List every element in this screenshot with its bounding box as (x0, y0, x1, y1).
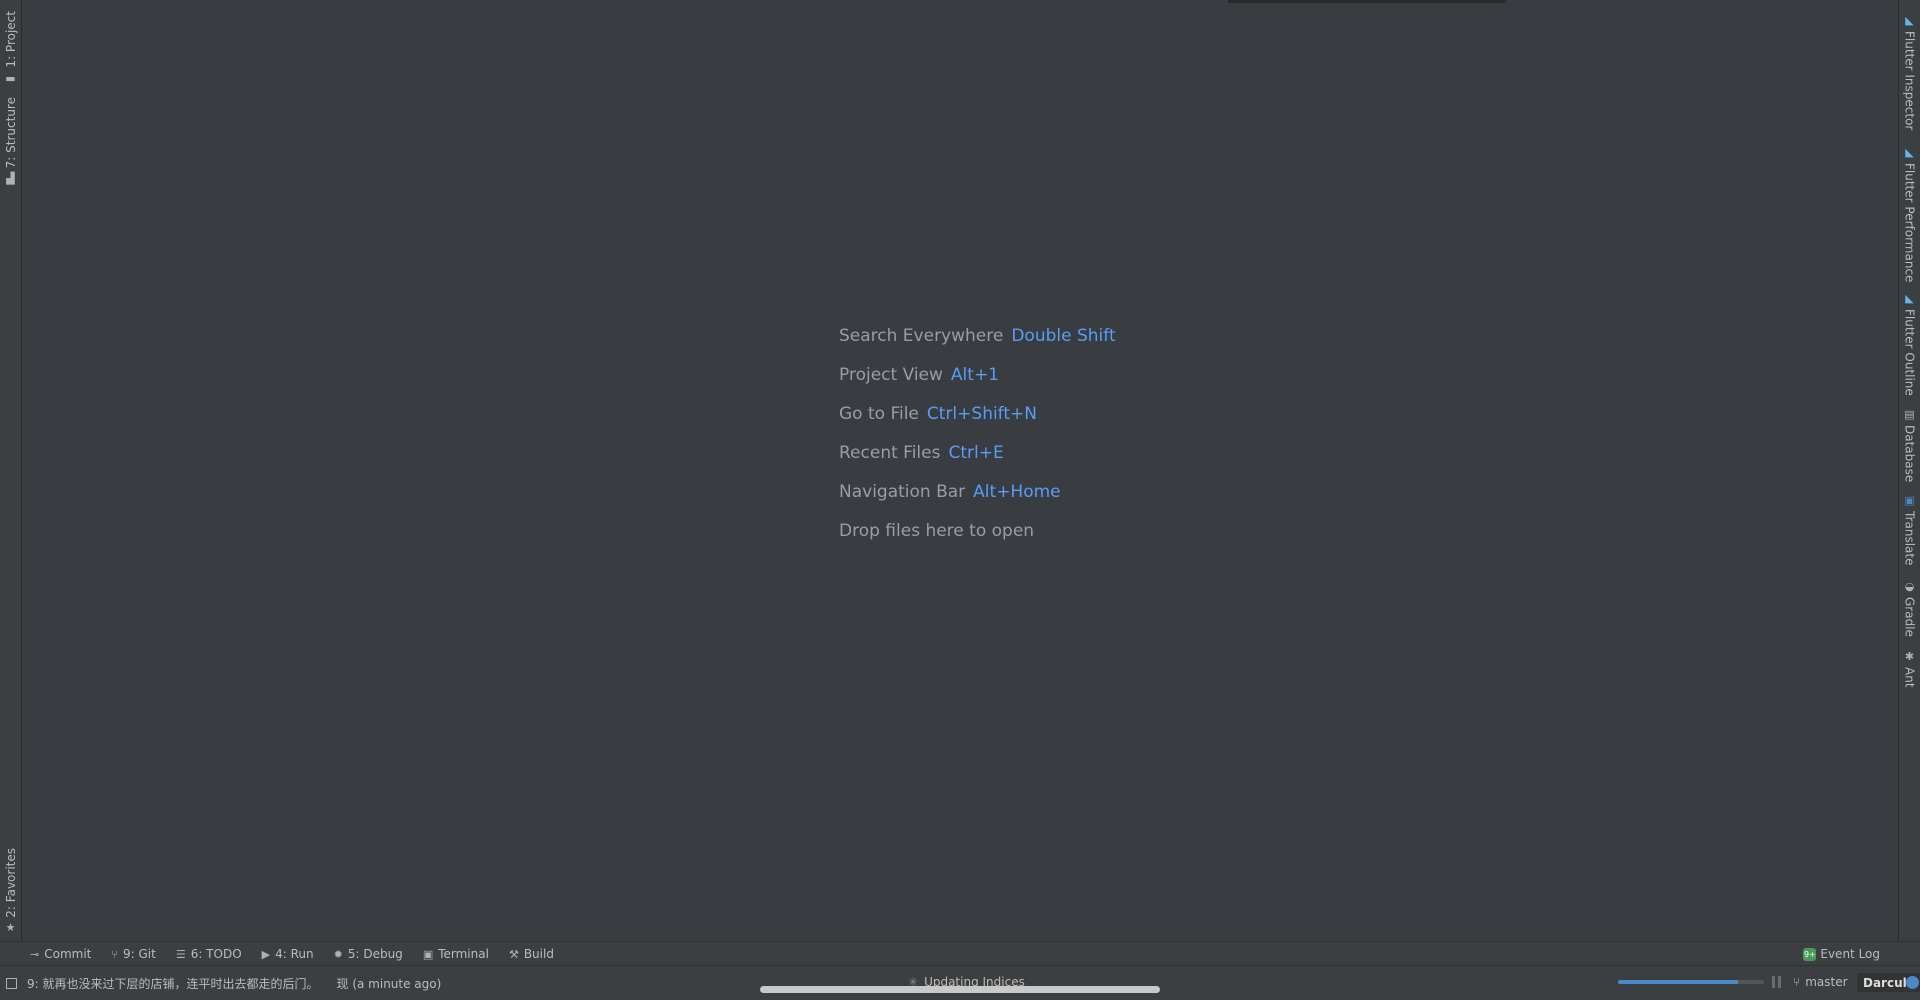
status-message-area[interactable]: 9: 就再也没来过下层的店铺，连平时出去都走的后门。 现 (a minute a… (6, 975, 441, 992)
run-icon: ▶ (261, 947, 271, 961)
progress-bar (1618, 980, 1764, 984)
progress-bar-fill (1618, 980, 1738, 984)
hint-search-everywhere: Search Everywhere Double Shift (839, 326, 1116, 346)
tab-flutter-performance[interactable]: ◣ Flutter Performance (1899, 146, 1920, 282)
tab-flutter-inspector[interactable]: ◣ Flutter Inspector (1899, 14, 1920, 130)
branch-name: master (1805, 975, 1848, 989)
folder-icon: ▬ (5, 71, 16, 85)
editor-top-indicator (1228, 0, 1506, 3)
event-log-button[interactable]: 9+ Event Log (1793, 942, 1890, 966)
hint-project-view: Project View Alt+1 (839, 365, 999, 385)
ide-window: ▬ 1: Project ▟ 7: Structure ★ 2: Favorit… (0, 0, 1920, 1000)
tab-project-label: 1: Project (3, 11, 18, 68)
pause-icon[interactable] (1772, 976, 1781, 988)
toggle-tool-windows-icon[interactable] (6, 978, 17, 989)
tab-database[interactable]: ▤ Database (1899, 408, 1920, 482)
tab-project[interactable]: ▬ 1: Project (0, 10, 21, 86)
tab-structure-label: 7: Structure (3, 96, 18, 169)
tab-translate[interactable]: ▣ Translate (1899, 494, 1920, 566)
debug-button[interactable]: ✹ 5: Debug (324, 942, 413, 966)
git-button[interactable]: ⑂ 9: Git (101, 942, 165, 966)
debug-icon: ✹ (333, 947, 343, 961)
tab-favorites[interactable]: ★ 2: Favorites (0, 847, 21, 935)
terminal-button[interactable]: ▣ Terminal (413, 942, 499, 966)
hint-navigation-bar: Navigation Bar Alt+Home (839, 482, 1061, 502)
empty-editor-hints: Search Everywhere Double Shift Project Vi… (839, 317, 1116, 551)
git-branch-icon: ⑂ (1793, 975, 1801, 989)
commit-button[interactable]: ⊸ Commit (20, 942, 101, 966)
event-log-badge: 9+ (1803, 947, 1817, 961)
terminal-icon: ▣ (422, 947, 434, 961)
hint-drop-files: Drop files here to open (839, 521, 1035, 541)
tab-flutter-outline[interactable]: ◣ Flutter Outline (1899, 292, 1920, 396)
build-button[interactable]: ⚒ Build (499, 942, 564, 966)
status-message: 9: 就再也没来过下层的店铺，连平时出去都走的后门。 (27, 977, 319, 991)
git-branch-widget[interactable]: ⑂ master (1793, 975, 1848, 989)
run-button[interactable]: ▶ 4: Run (252, 942, 324, 966)
ant-icon: ✱ (1904, 650, 1915, 663)
hint-recent-files: Recent Files Ctrl+E (839, 443, 1004, 463)
memory-indicator-icon[interactable] (1906, 976, 1919, 989)
star-icon: ★ (5, 921, 16, 935)
right-tool-stripe: ◣ Flutter Inspector ◣ Flutter Performanc… (1898, 0, 1920, 941)
build-hammer-icon: ⚒ (508, 947, 519, 961)
flutter-icon: ◣ (1905, 146, 1914, 159)
todo-list-icon: ☰ (175, 947, 186, 961)
commit-icon: ⊸ (30, 947, 40, 961)
gradle-icon: ◒ (1904, 580, 1915, 593)
database-icon: ▤ (1904, 408, 1915, 421)
tab-gradle[interactable]: ◒ Gradle (1899, 580, 1920, 637)
flutter-icon: ◣ (1905, 292, 1914, 305)
tab-favorites-label: 2: Favorites (3, 847, 18, 918)
git-branch-icon: ⑂ (111, 947, 118, 961)
status-time: 现 (a minute ago) (336, 977, 442, 991)
tab-structure[interactable]: ▟ 7: Structure (0, 96, 21, 186)
status-bar: 9: 就再也没来过下层的店铺，连平时出去都走的后门。 现 (a minute a… (0, 965, 1920, 1000)
horizontal-scrollbar[interactable] (760, 986, 1160, 993)
structure-icon: ▟ (6, 172, 15, 186)
editor-area[interactable]: Search Everywhere Double Shift Project Vi… (22, 0, 1898, 941)
tab-ant[interactable]: ✱ Ant (1899, 650, 1920, 688)
left-tool-stripe: ▬ 1: Project ▟ 7: Structure ★ 2: Favorit… (0, 0, 22, 941)
translate-icon: ▣ (1904, 494, 1915, 507)
todo-button[interactable]: ☰ 6: TODO (166, 942, 252, 966)
hint-go-to-file: Go to File Ctrl+Shift+N (839, 404, 1037, 424)
flutter-icon: ◣ (1905, 14, 1914, 27)
tool-window-bar: ⊸ Commit ⑂ 9: Git ☰ 6: TODO ▶ 4: Run ✹ 5… (0, 941, 1920, 966)
